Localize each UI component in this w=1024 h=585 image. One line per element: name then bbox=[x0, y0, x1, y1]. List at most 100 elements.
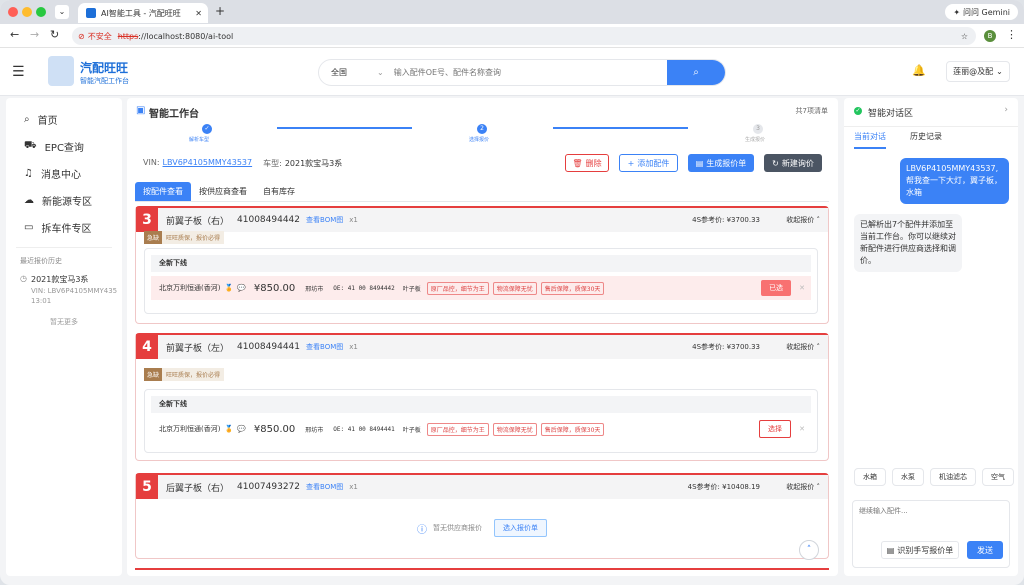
sidebar-item-new-energy[interactable]: ☁ 新能源专区 bbox=[6, 187, 122, 214]
collapse-toggle[interactable]: 收起报价 ˄ bbox=[786, 342, 820, 352]
chat-icon[interactable]: 💬 bbox=[237, 425, 246, 433]
quote-price: ¥850.00 bbox=[253, 282, 296, 294]
step-line bbox=[277, 127, 412, 129]
part-qty: x1 bbox=[349, 216, 358, 224]
reload-icon[interactable]: ↻ bbox=[50, 28, 59, 41]
bookmark-star-icon[interactable]: ☆ bbox=[961, 32, 968, 41]
search-button[interactable]: ⌕ bbox=[667, 60, 725, 85]
supplier-city: 邢坊市 bbox=[305, 285, 324, 293]
chat-title: 智能对话区 bbox=[868, 109, 914, 119]
part-oe: 41007493272 bbox=[237, 482, 301, 492]
sidebar-item-messages[interactable]: ♫ 消息中心 bbox=[6, 160, 122, 187]
remove-icon[interactable]: ✕ bbox=[799, 284, 805, 292]
part-oe: 41008494441 bbox=[237, 342, 301, 352]
add-part-button[interactable]: + 添加配件 bbox=[619, 154, 678, 172]
warning-icon: ⊘ bbox=[78, 31, 85, 41]
chip[interactable]: 水泵 bbox=[892, 468, 924, 486]
history-item[interactable]: ◷ 2021款宝马3系 VIN: LBV6P4105MMY435 13:01 bbox=[6, 274, 122, 305]
selected-button[interactable]: 已选 bbox=[761, 280, 791, 296]
part-number: 3 bbox=[136, 208, 158, 232]
store-name: 莲丽@及配 bbox=[953, 67, 994, 76]
sidebar-item-epc[interactable]: ⛟ EPC查询 bbox=[6, 133, 122, 160]
browser-tab[interactable]: AI智能工具 - 汽配旺旺 ✕ bbox=[78, 3, 208, 23]
collapse-toggle[interactable]: 收起报价 ˄ bbox=[786, 482, 820, 492]
history-time: 13:01 bbox=[30, 297, 52, 305]
search-input[interactable] bbox=[393, 68, 667, 77]
part-qty: x1 bbox=[349, 483, 358, 491]
tab-by-part[interactable]: 按配件查看 bbox=[135, 182, 191, 201]
sidebar-item-label: EPC查询 bbox=[44, 143, 84, 154]
store-dropdown[interactable]: 莲丽@及配 ⌄ bbox=[946, 61, 1010, 82]
truck-icon: ⛟ bbox=[24, 140, 37, 151]
urgent-badge-row: 急缺 旺旺质保，报价必得 bbox=[144, 368, 225, 381]
vin-label: VIN: bbox=[143, 158, 160, 167]
part-card: 5 后翼子板（右） 41007493272 查看BOM图 x1 4S参考价: ¥… bbox=[135, 473, 829, 559]
brand-name: 汽配旺旺 bbox=[80, 61, 129, 75]
quote-row: 北京万利恒通(香河) 🏅 💬 ¥850.00 邢坊市 OE: 41 00 849… bbox=[151, 276, 811, 300]
chevron-right-icon[interactable]: › bbox=[1004, 105, 1008, 115]
bom-link[interactable]: 查看BOM图 bbox=[306, 215, 343, 225]
part-name: 后翼子板（右） bbox=[166, 483, 230, 494]
minimize-window-button[interactable] bbox=[22, 7, 32, 17]
empty-state: ⓘ 暂无供应商报价 选入报价单 bbox=[136, 519, 828, 537]
close-tab-icon[interactable]: ✕ bbox=[195, 9, 202, 18]
back-icon[interactable]: ← bbox=[10, 28, 19, 41]
tab-current-chat[interactable]: 当前对话 bbox=[854, 131, 886, 149]
add-to-quote-button[interactable]: 选入报价单 bbox=[494, 519, 547, 537]
tab-own-stock[interactable]: 自有库存 bbox=[255, 182, 303, 201]
tab-by-supplier[interactable]: 按供应商查看 bbox=[191, 182, 255, 201]
box-icon: ▭ bbox=[24, 222, 34, 233]
step-3-label: 生成报价 bbox=[745, 137, 766, 143]
medal-icon: 🏅 bbox=[224, 284, 234, 292]
chat-input-box: ▤识别手写报价单 发送 bbox=[852, 500, 1010, 568]
chat-icon[interactable]: 💬 bbox=[237, 284, 246, 292]
bom-link[interactable]: 查看BOM图 bbox=[306, 342, 343, 352]
generate-quote-button[interactable]: ▤ 生成报价单 bbox=[688, 154, 754, 172]
history-vin: VIN: LBV6P4105MMY435 bbox=[30, 287, 118, 295]
new-inquiry-button[interactable]: ↻ 新建询价 bbox=[764, 154, 822, 172]
collapse-toggle[interactable]: 收起报价 ˄ bbox=[786, 215, 820, 225]
sidebar-item-dismantled[interactable]: ▭ 拆车件专区 bbox=[6, 214, 122, 241]
forward-icon[interactable]: → bbox=[30, 28, 39, 41]
menu-icon[interactable]: ☰ bbox=[12, 64, 25, 80]
monitor-icon: ▣ bbox=[136, 105, 146, 116]
delete-button[interactable]: 🗑 删除 bbox=[565, 154, 609, 172]
part-type: 叶子板 bbox=[402, 285, 421, 293]
browser-menu-icon[interactable]: ⋮ bbox=[1006, 28, 1017, 41]
select-button[interactable]: 选择 bbox=[759, 420, 791, 438]
remove-icon[interactable]: ✕ bbox=[799, 425, 805, 433]
region-select[interactable]: 全国 bbox=[319, 67, 377, 78]
chip[interactable]: 机油滤芯 bbox=[930, 468, 976, 486]
bot-message: 已解析出7个配件并添加至当前工作台。你可以继续对新配件进行供应商选择和调价。 bbox=[854, 214, 962, 272]
search-bar: 全国 ⌄ ⌕ bbox=[318, 59, 726, 86]
chevron-down-icon: ⌄ bbox=[377, 68, 384, 77]
url-field[interactable]: ⊘ 不安全 https ://localhost:8080/ai-tool ☆ bbox=[72, 27, 976, 45]
chip[interactable]: 空气 bbox=[982, 468, 1014, 486]
sidebar-item-home[interactable]: ⌕ 首页 bbox=[6, 106, 122, 133]
quote-block: 全新下线 北京万利恒通(香河) 🏅 💬 ¥850.00 邢坊市 OE: 41 0… bbox=[144, 248, 818, 314]
address-bar-row: ← → ↻ ⊘ 不安全 https ://localhost:8080/ai-t… bbox=[0, 24, 1024, 48]
vin-link[interactable]: LBV6P4105MMY43537 bbox=[163, 158, 253, 169]
maximize-window-button[interactable] bbox=[36, 7, 46, 17]
scroll-top-button[interactable]: ˄ bbox=[799, 540, 819, 560]
bom-link[interactable]: 查看BOM图 bbox=[306, 482, 343, 492]
part-oe: 41008494442 bbox=[237, 215, 301, 225]
ocr-label: 识别手写报价单 bbox=[897, 545, 954, 555]
new-tab-button[interactable]: + bbox=[215, 4, 225, 18]
document-icon: ▤ bbox=[886, 545, 895, 555]
view-tabs: 按配件查看 按供应商查看 自有库存 bbox=[135, 182, 829, 202]
tab-list-icon[interactable]: ⌄ bbox=[55, 5, 69, 19]
bell-icon[interactable]: 🔔 bbox=[912, 64, 926, 77]
close-window-button[interactable] bbox=[8, 7, 18, 17]
chip[interactable]: 水箱 bbox=[854, 468, 886, 486]
gemini-button[interactable]: ✦ 问问 Gemini bbox=[945, 4, 1018, 20]
part-number: 5 bbox=[136, 475, 158, 499]
part-card: 3 前翼子板（右） 41008494442 查看BOM图 x1 4S参考价: ¥… bbox=[135, 206, 829, 324]
ocr-button[interactable]: ▤ 识别手写报价单 bbox=[881, 541, 959, 559]
tab-history[interactable]: 历史记录 bbox=[910, 131, 942, 142]
oe-line: OE: 41 00 8494441 bbox=[333, 425, 395, 433]
profile-avatar[interactable]: B bbox=[984, 30, 996, 42]
send-button[interactable]: 发送 bbox=[967, 541, 1003, 559]
chat-input[interactable] bbox=[859, 507, 999, 515]
ref-price: 4S参考价: ¥10408.19 bbox=[687, 483, 760, 491]
